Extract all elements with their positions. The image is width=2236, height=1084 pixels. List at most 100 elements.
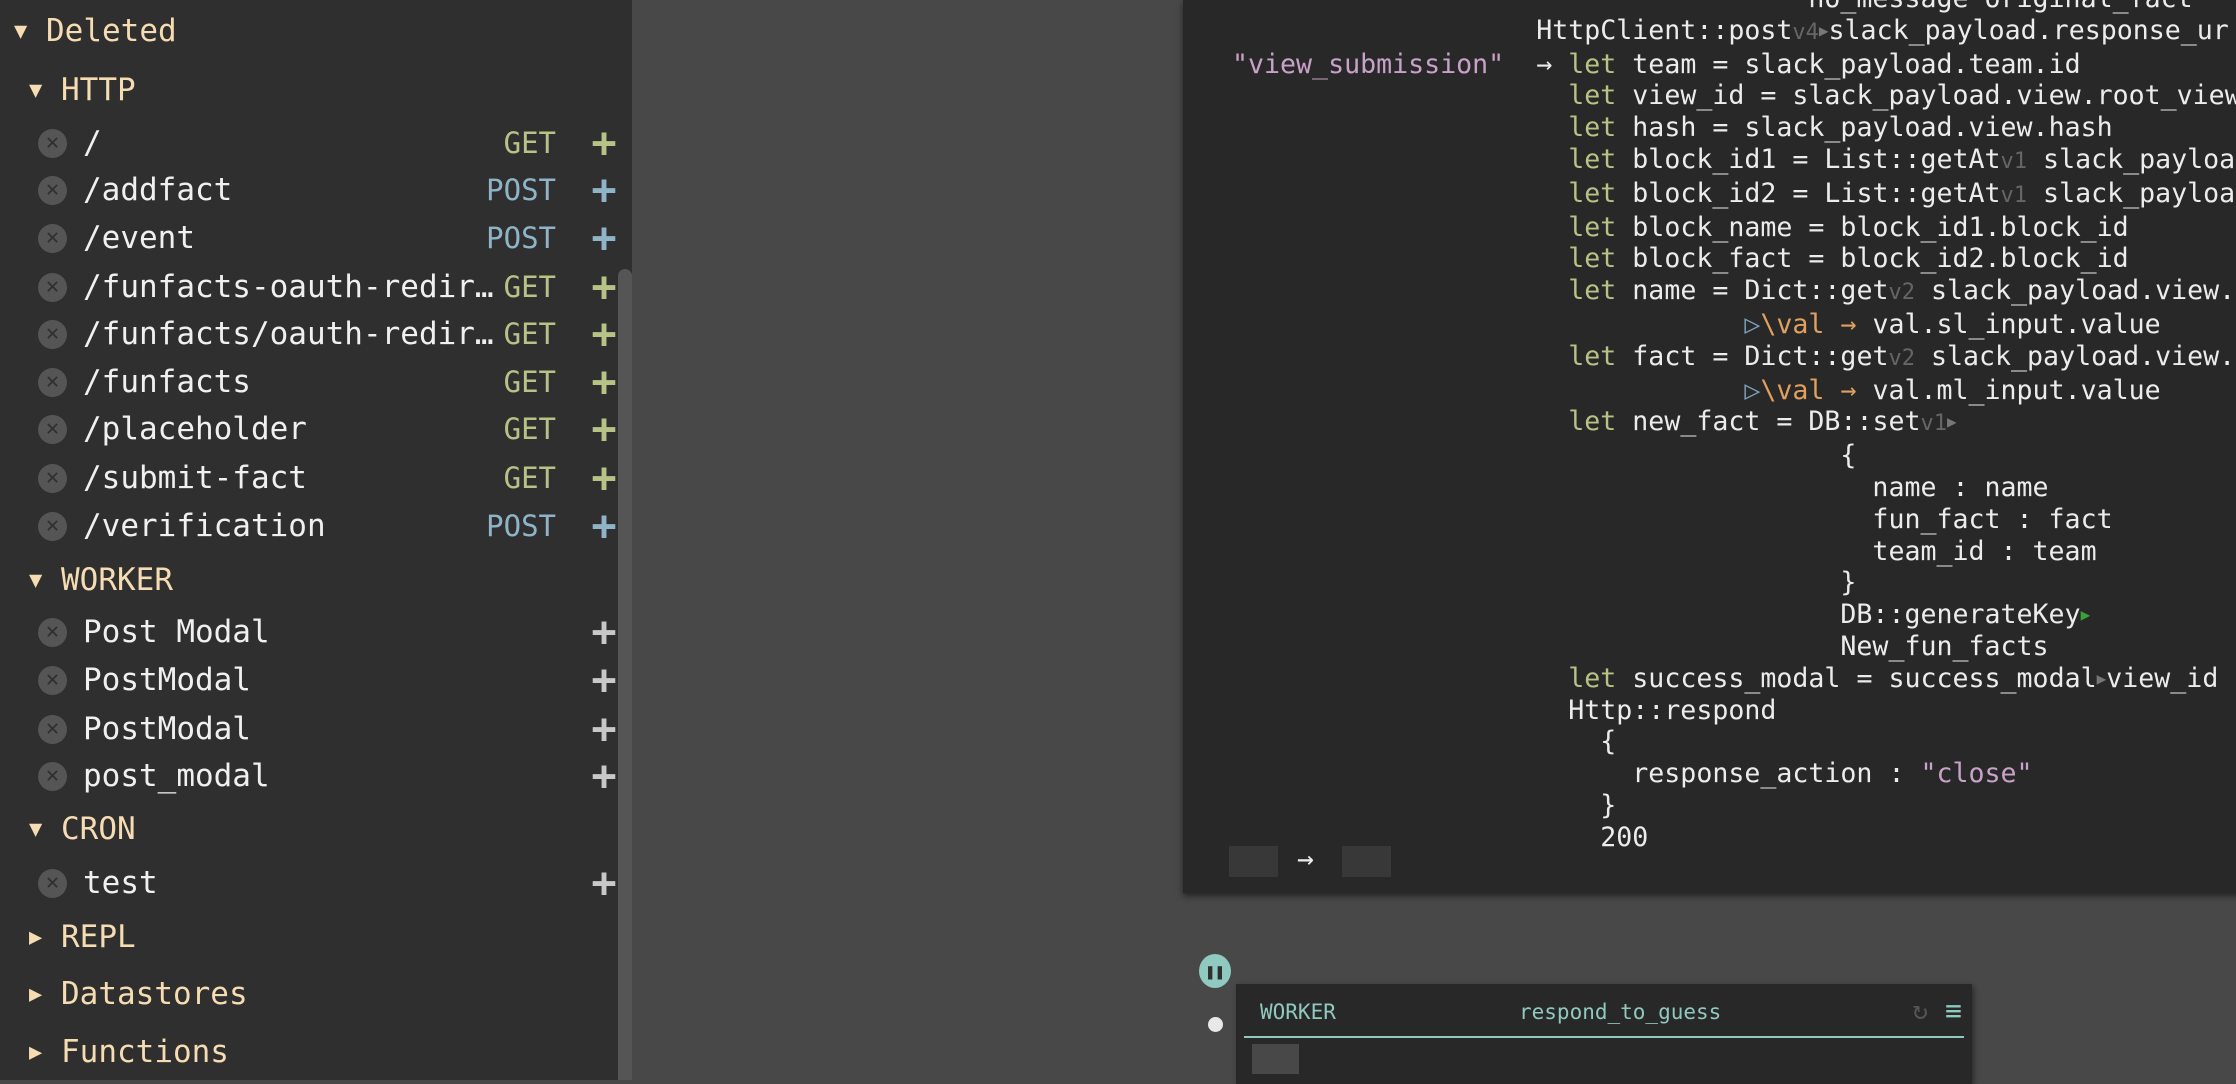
delete-icon[interactable]: ✕	[38, 367, 67, 397]
delete-icon[interactable]: ✕	[38, 617, 67, 647]
code-line[interactable]: }	[1232, 567, 2236, 599]
plus-icon[interactable]: +	[590, 266, 618, 308]
code-line[interactable]: let hash = slack_payload.view.hash	[1232, 112, 2236, 144]
delete-icon[interactable]: ✕	[38, 128, 67, 158]
handler-name[interactable]: /verification	[83, 508, 326, 544]
delete-icon[interactable]: ✕	[38, 272, 67, 302]
handler-name[interactable]: /addfact	[83, 172, 232, 208]
http-handler-item[interactable]: ✕ /addfact POST +	[0, 166, 618, 214]
delete-icon[interactable]: ✕	[38, 511, 67, 541]
plus-icon[interactable]: +	[590, 611, 618, 653]
trace-dot[interactable]	[1208, 1017, 1223, 1032]
http-handler-item[interactable]: ✕ /funfacts-oauth-redir… GET +	[0, 263, 618, 311]
code-line[interactable]: "view_submission" → let team = slack_pay…	[1232, 49, 2236, 81]
code-line[interactable]: team_id : team	[1232, 536, 2236, 568]
plus-icon[interactable]: +	[590, 169, 618, 211]
code-line[interactable]: response_action : "close"	[1232, 758, 2236, 790]
handler-name[interactable]: PostModal	[83, 711, 251, 747]
handler-name[interactable]: /submit-fact	[83, 460, 307, 496]
plus-icon[interactable]: +	[590, 217, 618, 259]
code-line[interactable]: HttpClient::postv4▶slack_payload.respons…	[1232, 15, 2236, 49]
plus-icon[interactable]: +	[590, 313, 618, 355]
code-line[interactable]: let block_name = block_id1.block_id	[1232, 212, 2236, 244]
code-line[interactable]: }	[1232, 790, 2236, 822]
worker-handler-item[interactable]: ✕ PostModal +	[0, 705, 618, 753]
code-placeholder[interactable]	[1252, 1044, 1299, 1074]
code-editor[interactable]: no_message original_fact HttpClient::pos…	[1232, 0, 2236, 854]
handler-name[interactable]: /funfacts	[83, 364, 251, 400]
handler-name[interactable]: test	[83, 865, 158, 901]
worker-handler-item[interactable]: ✕ post_modal +	[0, 752, 618, 800]
plus-icon[interactable]: +	[590, 659, 618, 701]
plus-icon[interactable]: +	[590, 361, 618, 403]
code-line[interactable]: let block_fact = block_id2.block_id	[1232, 243, 2236, 275]
code-line[interactable]: let success_modal = success_modal▶view_i…	[1232, 663, 2236, 695]
http-handler-item[interactable]: ✕ /funfacts GET +	[0, 358, 618, 406]
code-line[interactable]: let block_id2 = List::getAtv1 slack_payl…	[1232, 178, 2236, 212]
delete-icon[interactable]: ✕	[38, 665, 67, 695]
delete-icon[interactable]: ✕	[38, 868, 67, 898]
worker-handler-item[interactable]: ✕ PostModal +	[0, 656, 618, 704]
section-functions[interactable]: ▶ Functions	[29, 1028, 632, 1076]
section-datastores[interactable]: ▶ Datastores	[29, 970, 632, 1018]
code-line[interactable]: fun_fact : fact	[1232, 504, 2236, 536]
code-line[interactable]: New_fun_facts	[1232, 631, 2236, 663]
cron-handler-item[interactable]: ✕ test +	[0, 859, 618, 907]
http-handler-item[interactable]: ✕ /verification POST +	[0, 502, 618, 550]
delete-icon[interactable]: ✕	[38, 175, 67, 205]
group-worker[interactable]: ▼ WORKER	[29, 556, 632, 604]
http-handler-item[interactable]: ✕ /placeholder GET +	[0, 405, 618, 453]
http-handler-item[interactable]: ✕ /funfacts/oauth-redir… GET +	[0, 310, 618, 358]
plus-icon[interactable]: +	[590, 862, 618, 904]
section-repl[interactable]: ▶ REPL	[29, 913, 632, 961]
worker-handler-item[interactable]: ✕ Post Modal +	[0, 608, 618, 656]
delete-icon[interactable]: ✕	[38, 714, 67, 744]
pause-button[interactable]: ❚❚	[1199, 954, 1231, 988]
expression-placeholder[interactable]	[1342, 846, 1391, 877]
handler-name[interactable]: respond_to_guess	[1519, 1000, 1721, 1024]
code-line[interactable]: name : name	[1232, 472, 2236, 504]
plus-icon[interactable]: +	[590, 708, 618, 750]
handler-name[interactable]: /event	[83, 220, 195, 256]
worker-handler-panel[interactable]: WORKER respond_to_guess ↻ ≡	[1236, 984, 1972, 1084]
hamburger-menu-icon[interactable]: ≡	[1945, 994, 1962, 1027]
code-line[interactable]: let fact = Dict::getv2 slack_payload.vie…	[1232, 341, 2236, 375]
delete-icon[interactable]: ✕	[38, 414, 67, 444]
code-line[interactable]: no_message original_fact	[1232, 0, 2236, 15]
code-line[interactable]: {	[1232, 440, 2236, 472]
plus-icon[interactable]: +	[590, 457, 618, 499]
code-line[interactable]: DB::generateKey▶	[1232, 599, 2236, 631]
plus-icon[interactable]: +	[590, 505, 618, 547]
code-line[interactable]: let view_id = slack_payload.view.root_vi…	[1232, 80, 2236, 112]
sidebar-scrollbar[interactable]	[618, 269, 632, 1080]
handler-name[interactable]: Post Modal	[83, 614, 270, 650]
http-handler-item[interactable]: ✕ /event POST +	[0, 214, 618, 262]
code-line[interactable]: let new_fact = DB::setv1▶	[1232, 406, 2236, 440]
http-handler-item[interactable]: ✕ / GET +	[0, 119, 618, 167]
http-handler-item[interactable]: ✕ /submit-fact GET +	[0, 454, 618, 502]
handler-name[interactable]: post_modal	[83, 758, 270, 794]
refresh-icon[interactable]: ↻	[1912, 996, 1928, 1026]
plus-icon[interactable]: +	[590, 122, 618, 164]
handler-name[interactable]: /	[83, 125, 102, 161]
handler-name[interactable]: /funfacts-oauth-redir…	[83, 269, 494, 305]
handler-name[interactable]: PostModal	[83, 662, 251, 698]
code-line[interactable]: ▷\val → val.ml_input.value	[1232, 375, 2236, 407]
code-line[interactable]: ▷\val → val.sl_input.value	[1232, 309, 2236, 341]
section-deleted[interactable]: ▼ Deleted	[14, 7, 632, 55]
handler-name[interactable]: /placeholder	[83, 411, 307, 447]
plus-icon[interactable]: +	[590, 755, 618, 797]
group-http[interactable]: ▼ HTTP	[29, 66, 632, 114]
http-handler-code-panel[interactable]: no_message original_fact HttpClient::pos…	[1183, 0, 2236, 893]
plus-icon[interactable]: +	[590, 408, 618, 450]
delete-icon[interactable]: ✕	[38, 463, 67, 493]
code-line[interactable]: let name = Dict::getv2 slack_payload.vie…	[1232, 275, 2236, 309]
pattern-placeholder[interactable]	[1229, 846, 1278, 877]
group-cron[interactable]: ▼ CRON	[29, 805, 632, 853]
code-line[interactable]: let block_id1 = List::getAtv1 slack_payl…	[1232, 144, 2236, 178]
code-line[interactable]: {	[1232, 726, 2236, 758]
delete-icon[interactable]: ✕	[38, 761, 67, 791]
handler-name[interactable]: /funfacts/oauth-redir…	[83, 316, 494, 352]
code-line[interactable]: Http::respond	[1232, 695, 2236, 727]
delete-icon[interactable]: ✕	[38, 223, 67, 253]
